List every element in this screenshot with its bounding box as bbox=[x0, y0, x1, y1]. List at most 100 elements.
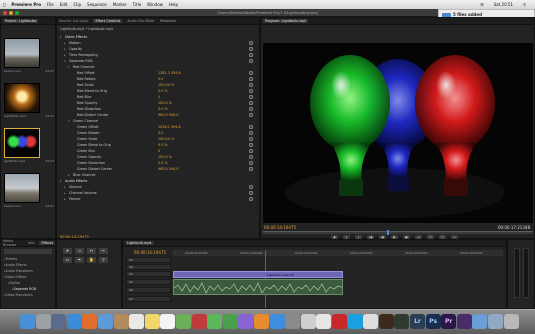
premiere-icon[interactable]: Pr bbox=[441, 314, 457, 329]
disclosure-closed-icon[interactable]: ▸ bbox=[64, 41, 66, 45]
maps-icon[interactable] bbox=[176, 314, 191, 329]
track-select-tool-icon[interactable]: ⇨ bbox=[75, 248, 84, 254]
razor-tool-icon[interactable]: ✂ bbox=[99, 248, 108, 254]
selection-tool-icon[interactable]: ➤ bbox=[63, 248, 72, 254]
effect-property-value[interactable]: 0.0 % bbox=[158, 89, 168, 93]
reset-parameter-icon[interactable] bbox=[249, 53, 253, 57]
ibooks-icon[interactable] bbox=[254, 314, 269, 329]
project-clip-item[interactable]: LightBulb.mp4 03:07 bbox=[4, 83, 54, 118]
reset-parameter-icon[interactable] bbox=[249, 125, 253, 129]
effect-property-value[interactable]: 100.0 % bbox=[158, 155, 172, 159]
disclosure-closed-icon[interactable]: ▸ bbox=[64, 53, 66, 57]
disclosure-open-icon[interactable]: ▾ bbox=[68, 65, 70, 69]
zoom-window-button[interactable] bbox=[15, 11, 19, 15]
disclosure-open-icon[interactable]: ▾ bbox=[60, 179, 62, 183]
app-menu[interactable]: Premiere Pro bbox=[11, 2, 41, 7]
reset-parameter-icon[interactable] bbox=[249, 89, 253, 93]
reset-parameter-icon[interactable] bbox=[249, 41, 253, 45]
reset-parameter-icon[interactable] bbox=[249, 101, 253, 105]
tree-item-audio-transitions[interactable]: Audio Transitions bbox=[4, 269, 33, 273]
project-clip-item[interactable]: beach.mov 03:07 bbox=[4, 38, 54, 73]
reset-parameter-icon[interactable] bbox=[249, 161, 253, 165]
launchpad-icon[interactable] bbox=[35, 314, 51, 329]
program-video-frame[interactable] bbox=[263, 43, 533, 223]
effect-property-value[interactable]: 100.0 % bbox=[158, 101, 172, 105]
project-clip-item[interactable]: lightbulb.mp4 22:03 bbox=[4, 128, 54, 163]
trash-icon[interactable] bbox=[503, 314, 519, 329]
track-header[interactable]: A2 bbox=[126, 287, 171, 293]
photo-booth-icon[interactable] bbox=[191, 314, 207, 329]
app-store-icon[interactable] bbox=[269, 314, 285, 329]
reset-parameter-icon[interactable] bbox=[249, 155, 253, 159]
documents-icon[interactable] bbox=[488, 314, 503, 329]
tab-program[interactable]: Program: Lightbulb.mp4 bbox=[263, 19, 309, 23]
text-edit-icon[interactable] bbox=[316, 314, 332, 329]
reset-parameter-icon[interactable] bbox=[249, 95, 253, 99]
disclosure-closed-icon[interactable]: ▸ bbox=[64, 185, 66, 189]
reset-parameter-icon[interactable] bbox=[249, 191, 253, 195]
reminders-icon[interactable] bbox=[160, 314, 176, 329]
downloads-icon[interactable] bbox=[472, 314, 488, 329]
tab-effect-controls[interactable]: Effect Controls bbox=[93, 19, 123, 23]
timeline-ruler[interactable]: 00:00:05:00000 00:00:10:00000 00:00:15:000… bbox=[173, 250, 503, 256]
effect-property-value[interactable]: 100.00 % bbox=[158, 137, 174, 141]
effect-property-value[interactable]: 100.00 % bbox=[158, 83, 174, 87]
disclosure-open-icon[interactable]: ▾ bbox=[68, 119, 70, 123]
tab-sequence[interactable]: Lightbulb.mp4 bbox=[125, 241, 154, 245]
reset-parameter-icon[interactable] bbox=[249, 47, 253, 51]
effect-property-row[interactable]: ▸ Panner bbox=[57, 196, 259, 202]
effect-property-value[interactable]: 0 bbox=[158, 95, 160, 99]
reset-parameter-icon[interactable] bbox=[249, 143, 253, 147]
minimize-window-button[interactable] bbox=[9, 11, 13, 15]
menu-clip[interactable]: Clip bbox=[73, 2, 81, 7]
reset-parameter-icon[interactable] bbox=[249, 59, 253, 63]
reset-parameter-icon[interactable] bbox=[249, 137, 253, 141]
notes-icon[interactable] bbox=[144, 314, 160, 329]
contacts-icon[interactable] bbox=[113, 314, 129, 329]
effect-property-value[interactable]: 1058.1 394.8 bbox=[158, 125, 181, 129]
reset-parameter-icon[interactable] bbox=[249, 197, 253, 201]
preferences-icon[interactable] bbox=[285, 314, 301, 329]
pen-tool-icon[interactable]: ✒ bbox=[75, 257, 84, 263]
tree-item-stylize[interactable]: Stylize bbox=[8, 281, 21, 285]
facetime-icon[interactable] bbox=[222, 314, 238, 329]
disclosure-open-icon[interactable]: ▾ bbox=[60, 35, 62, 39]
calendar-icon[interactable] bbox=[129, 314, 145, 329]
disclosure-closed-icon[interactable]: ▸ bbox=[64, 47, 66, 51]
wifi-icon[interactable]: ☰ bbox=[480, 2, 484, 7]
close-window-button[interactable] bbox=[3, 11, 7, 15]
tab-project[interactable]: Project: Lightbulbs bbox=[3, 19, 39, 23]
track-header[interactable]: A3 bbox=[126, 296, 171, 302]
ripple-edit-tool-icon[interactable]: ↔ bbox=[87, 248, 96, 254]
reset-parameter-icon[interactable] bbox=[249, 107, 253, 111]
menu-sequence[interactable]: Sequence bbox=[87, 2, 107, 7]
tree-item-presets[interactable]: Presets bbox=[4, 257, 18, 261]
track-header[interactable]: V1 bbox=[126, 271, 171, 277]
audio-clip[interactable] bbox=[173, 279, 343, 295]
effect-property-value[interactable]: 0.0 bbox=[158, 77, 163, 81]
safari-icon[interactable] bbox=[66, 314, 82, 329]
program-scrubber[interactable] bbox=[263, 230, 533, 235]
mail-icon[interactable] bbox=[98, 314, 113, 329]
zoom-tool-icon[interactable]: ⚲ bbox=[99, 257, 108, 263]
reset-parameter-icon[interactable] bbox=[249, 149, 253, 153]
reset-parameter-icon[interactable] bbox=[249, 113, 253, 117]
effects-search-input[interactable] bbox=[4, 249, 52, 254]
tab-audio-clip-mixer[interactable]: Audio Clip Mixer bbox=[127, 19, 154, 23]
reset-parameter-icon[interactable] bbox=[249, 185, 253, 189]
clock-icon[interactable] bbox=[363, 314, 379, 329]
firefox-icon[interactable] bbox=[82, 314, 98, 329]
effect-property-value[interactable]: 960.0 540.0 bbox=[158, 167, 179, 171]
acrobat-icon[interactable] bbox=[332, 314, 347, 329]
track-header[interactable]: A1 bbox=[126, 279, 171, 285]
slip-tool-icon[interactable]: ⇔ bbox=[63, 257, 72, 263]
itunes-icon[interactable] bbox=[238, 314, 254, 329]
effect-property-value[interactable]: 0.0 % bbox=[158, 161, 168, 165]
menubar-clock[interactable]: Sat 20:51 bbox=[494, 2, 513, 7]
menu-help[interactable]: Help bbox=[169, 2, 178, 7]
lightroom-icon[interactable]: Lr bbox=[410, 314, 425, 329]
tab-source[interactable]: Source: (no clips) bbox=[59, 19, 88, 23]
timeline-timecode[interactable]: 00:00:14:19475 bbox=[134, 250, 166, 255]
activity-monitor-icon[interactable] bbox=[394, 314, 410, 329]
finder-icon[interactable] bbox=[20, 314, 35, 329]
